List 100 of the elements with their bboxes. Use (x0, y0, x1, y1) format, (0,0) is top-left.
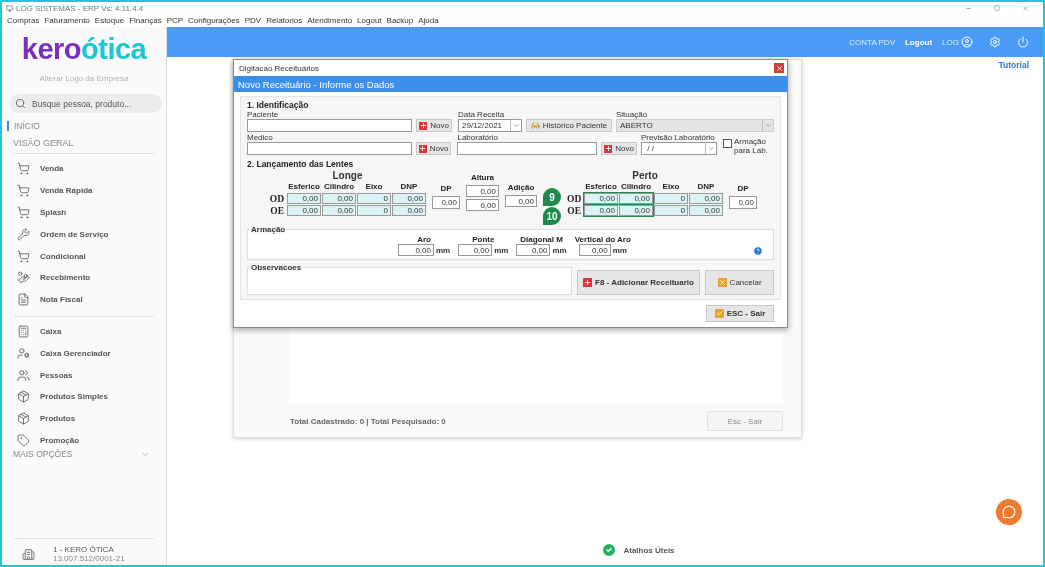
column-header: Esferico (287, 182, 321, 192)
cart-icon (17, 249, 30, 263)
tutorial-link[interactable]: Tutorial (998, 60, 1029, 70)
group-legend: Observacoes (250, 263, 303, 272)
menu-item[interactable]: PDV (244, 16, 262, 25)
users-icon (17, 368, 30, 382)
input-field[interactable] (457, 142, 598, 155)
new-button[interactable]: Novo (416, 119, 452, 132)
input-field[interactable]: 0,00 (729, 196, 757, 209)
nav-item[interactable]: Caixa (2, 320, 166, 343)
input-field[interactable]: 0,00 (287, 205, 321, 216)
menu-item[interactable]: Estoque (94, 16, 125, 25)
search-field[interactable]: Busque pessoa, produto... (32, 94, 162, 113)
input-field[interactable]: 0,00 (584, 205, 618, 216)
input-field[interactable]: 0,00 (322, 193, 356, 204)
calculator-icon (17, 324, 30, 338)
close-icon (717, 278, 727, 287)
menu-item[interactable]: Atendimento (307, 16, 353, 25)
dropdown[interactable]: 29/12/2021 (458, 119, 522, 132)
input-field[interactable]: 0 (654, 205, 688, 216)
checkbox[interactable] (723, 139, 732, 148)
history-button[interactable]: Histórico Paciente (526, 119, 612, 132)
nav-item[interactable]: Pessoas (2, 364, 166, 386)
shortcuts-link[interactable]: Atalhos Úteis (623, 545, 675, 555)
menu-item[interactable]: Relatorios (266, 16, 303, 25)
menu-item[interactable]: Configurações (188, 16, 240, 25)
menu-item[interactable]: Ajuda (418, 16, 439, 25)
window-title: LOG SISTEMAS - ERP Vs: 4.11.4.4 (16, 3, 144, 13)
eye-label: OD (269, 193, 285, 204)
input-field[interactable]: 0,00 (689, 193, 723, 204)
nav-item[interactable]: Condicional (2, 245, 166, 267)
input-field[interactable]: 0,00 (578, 244, 611, 256)
nav-item[interactable]: Produtos Simples (2, 385, 166, 408)
add-prescription-button[interactable]: F8 - Adicionar Receituario (576, 270, 701, 295)
close-button[interactable] (774, 63, 784, 73)
menu-item[interactable]: PCP (166, 16, 184, 25)
nav-item[interactable]: Produtos (2, 407, 166, 430)
nav-item[interactable]: Recebimento (2, 267, 166, 289)
input-field[interactable]: 0,00 (505, 195, 537, 207)
input-field[interactable]: 0 (654, 193, 688, 204)
nav-item[interactable]: Venda Rápida (2, 179, 166, 202)
input-field[interactable]: 0,00 (689, 205, 723, 216)
menu-item[interactable]: Compras (7, 16, 40, 25)
eye-label: OE (269, 205, 285, 216)
input-field[interactable]: 0,00 (287, 193, 321, 204)
search-bar[interactable]: Busque pessoa, produto... (9, 94, 162, 113)
input-field[interactable]: 0 (357, 205, 391, 216)
cancel-button[interactable]: Cancelar (705, 270, 774, 295)
input-field[interactable]: 0,00 (398, 244, 434, 256)
chat-button[interactable] (996, 499, 1022, 525)
menu-item[interactable]: Logout (357, 16, 382, 25)
plus-icon (419, 121, 428, 130)
close-icon[interactable] (1022, 4, 1029, 12)
user-gear-icon (17, 346, 30, 360)
input-field[interactable]: 0 (357, 193, 391, 204)
menu-item[interactable]: Faturamento (44, 16, 90, 25)
caret-icon (762, 120, 773, 131)
nav-item[interactable]: Venda (2, 158, 166, 180)
input-field[interactable]: 0,00 (432, 196, 460, 209)
input-field[interactable]: 0,00 (516, 244, 551, 256)
nav-item[interactable]: Ordem de Serviço (2, 223, 166, 246)
nav-item[interactable]: INÍCIO (7, 121, 166, 131)
field-label: Medico (247, 133, 274, 142)
check-icon (601, 542, 618, 558)
nav-item[interactable]: Caixa Gerenciador (2, 342, 166, 365)
maximize-icon[interactable] (994, 4, 1000, 11)
menu-item[interactable]: Finanças (129, 16, 162, 25)
field-label: Vertical do Aro (574, 235, 631, 244)
input-field[interactable]: 0,00 (619, 205, 653, 216)
input-field[interactable]: 0,00 (392, 205, 426, 216)
section-header: VISÃO GERAL (13, 138, 75, 148)
exit-button[interactable]: Esc - Sair (707, 411, 783, 431)
user-icon[interactable] (961, 36, 973, 48)
input-field[interactable] (247, 119, 412, 132)
settings-icon[interactable] (989, 36, 1001, 48)
dropdown[interactable]: / / (641, 142, 717, 155)
exit-button[interactable]: ESC - Sair (706, 305, 774, 322)
menu-item[interactable]: Backup (386, 16, 414, 25)
power-icon[interactable] (1017, 36, 1029, 48)
dropdown[interactable]: ABERTO (616, 119, 774, 132)
input-field[interactable]: 0,00 (458, 244, 493, 256)
caret-icon (705, 143, 716, 154)
input-field[interactable]: 0,00 (584, 193, 618, 204)
column-header: Esferico (584, 182, 618, 192)
field-label: Ponte (472, 235, 495, 244)
new-button[interactable]: Novo (601, 142, 637, 155)
input-field[interactable]: 0,00 (392, 193, 426, 204)
more-options-link[interactable]: MAIS OPÇÕES (13, 449, 73, 460)
checkbox-label: Armação para Lab. (734, 138, 769, 155)
input-field[interactable]: 0,00 (466, 185, 499, 197)
help-icon[interactable] (753, 246, 763, 256)
input-field[interactable] (247, 142, 412, 155)
nav-item[interactable]: Splash (2, 201, 166, 224)
new-button[interactable]: Novo (415, 142, 452, 155)
nav-item[interactable]: Nota Fiscal (2, 288, 166, 311)
input-field[interactable]: 0,00 (619, 193, 653, 204)
input-field[interactable]: 0,00 (322, 205, 356, 216)
dialog-title: Digitacao Receituários (239, 63, 320, 73)
input-field[interactable]: 0,00 (466, 199, 499, 211)
unit-label: mm (436, 245, 451, 255)
